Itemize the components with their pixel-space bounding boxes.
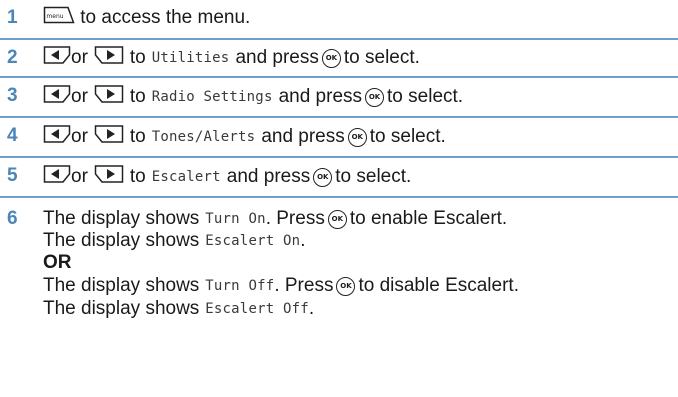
or-text: or (71, 166, 88, 187)
select-text: to select. (369, 126, 446, 147)
step-2: 2 or to Utilities and press OK to select… (0, 40, 678, 76)
menu-target: Tones/Alerts (151, 129, 256, 145)
to-text: to (129, 166, 146, 187)
press-text: and press (226, 166, 311, 187)
step-6-line-4: The display shows Turn Off . Press OK to… (43, 274, 678, 298)
menu-target: Escalert (151, 169, 221, 185)
press-text: . Press (265, 208, 325, 229)
step-number: 6 (7, 208, 18, 229)
display-shows-text: The display shows (43, 208, 200, 229)
left-arrow-key-icon (43, 124, 71, 150)
left-arrow-key-icon (43, 45, 71, 71)
step-number: 3 (7, 85, 18, 106)
menu-target: Radio Settings (151, 89, 273, 105)
or-text: or (71, 47, 88, 68)
press-text: and press (261, 126, 345, 147)
or-text: or (71, 126, 88, 147)
menu-key-label: menu (46, 13, 63, 20)
display-code: Turn Off (205, 278, 275, 294)
ok-key-icon: OK (347, 127, 367, 147)
display-shows-text: The display shows (43, 230, 200, 251)
select-text: to select. (387, 86, 464, 107)
or-text: or (71, 86, 88, 107)
or-separator: OR (43, 252, 72, 273)
step-6-line-1: The display shows Turn On . Press OK to … (43, 208, 678, 230)
ok-key-icon: OK (321, 48, 341, 68)
display-code: Escalert On (205, 233, 301, 249)
ok-key-icon: OK (313, 167, 333, 187)
step-4: 4 or to Tones/Alerts and press OK to sel… (0, 118, 678, 156)
right-arrow-key-icon (94, 84, 124, 110)
select-text: to select. (335, 166, 412, 187)
ok-key-icon: OK (327, 209, 347, 229)
step-3: 3 or to Radio Settings and press OK to s… (0, 78, 678, 116)
period-text: . (308, 298, 315, 319)
left-arrow-key-icon (43, 84, 71, 110)
step-6: 6 The display shows Turn On . Press OK t… (0, 198, 678, 397)
menu-target: Utilities (151, 50, 230, 66)
enable-text: to enable Escalert. (349, 208, 508, 229)
right-arrow-key-icon (94, 164, 124, 190)
to-text: to (129, 86, 146, 107)
ok-key-icon: OK (336, 276, 356, 296)
period-text: . (300, 230, 306, 251)
step-number: 2 (7, 47, 18, 68)
step-number: 1 (7, 7, 18, 28)
step-text: to access the menu. (75, 7, 251, 28)
to-text: to (129, 47, 146, 68)
display-shows-text: The display shows (43, 275, 200, 296)
step-number: 4 (7, 125, 18, 146)
display-code: Escalert Off (205, 301, 309, 317)
press-text: . Press (274, 275, 334, 296)
press-text: and press (278, 86, 363, 107)
right-arrow-key-icon (94, 124, 124, 150)
select-text: to select. (343, 47, 420, 68)
step-1: 1 menu to access the menu. (0, 0, 678, 38)
disable-text: to disable Escalert. (358, 275, 519, 296)
step-6-line-2: The display shows Escalert On . (43, 230, 678, 252)
step-5: 5 or to Escalert and press OK to select. (0, 158, 678, 196)
press-text: and press (235, 47, 319, 68)
menu-key-icon: menu (43, 5, 75, 31)
step-6-line-5: The display shows Escalert Off . (43, 298, 678, 320)
step-number: 5 (7, 165, 18, 186)
display-code: Turn On (205, 211, 266, 227)
ok-key-icon: OK (365, 87, 385, 107)
to-text: to (129, 126, 146, 147)
left-arrow-key-icon (43, 164, 71, 190)
right-arrow-key-icon (94, 45, 124, 71)
display-shows-text: The display shows (43, 298, 200, 319)
